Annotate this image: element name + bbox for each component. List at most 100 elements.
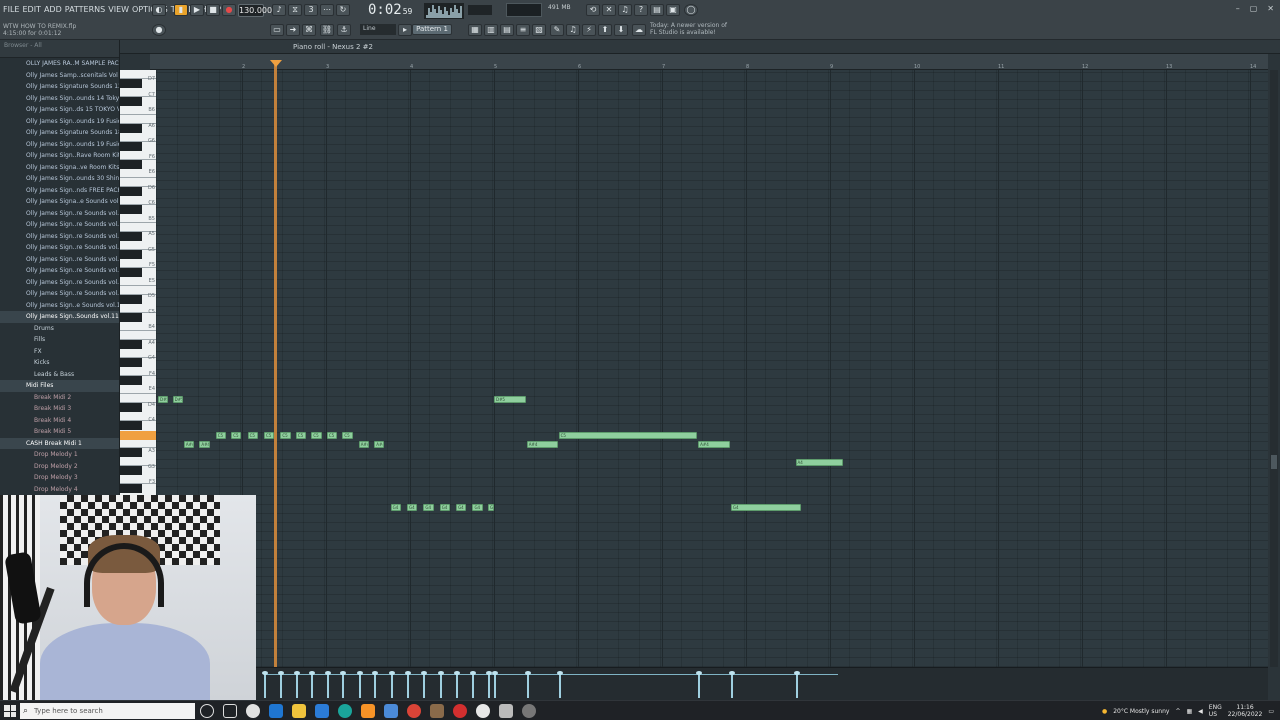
browser-item[interactable]: Olly James Sign..ounds 14 Tokyo bbox=[0, 93, 119, 105]
browser-folder[interactable]: FX bbox=[0, 346, 119, 358]
black-key[interactable] bbox=[120, 205, 142, 214]
export-icon[interactable]: ⬇ bbox=[614, 24, 628, 36]
mixer-icon[interactable]: ✕ bbox=[602, 4, 616, 16]
browser-file[interactable]: Drop Melody 3 bbox=[0, 472, 119, 484]
browser-icon[interactable]: ▤ bbox=[500, 24, 514, 36]
note[interactable]: G4 bbox=[472, 504, 483, 511]
browser-item[interactable]: Olly James Sign..nds FREE PACK 1 bbox=[0, 185, 119, 197]
browser-item[interactable]: Olly James Sign..re Sounds vol.2 bbox=[0, 219, 119, 231]
piano-roll-title[interactable]: Piano roll - Nexus 2 #2 bbox=[293, 43, 373, 51]
white-key[interactable] bbox=[120, 439, 156, 448]
countdown-icon[interactable]: 3 bbox=[304, 4, 318, 16]
arrow-icon[interactable]: ▸ bbox=[398, 24, 412, 36]
word-icon[interactable] bbox=[315, 704, 329, 718]
weather-text[interactable]: 20°C Mostly sunny bbox=[1113, 708, 1169, 715]
scroll-thumb[interactable] bbox=[1271, 455, 1277, 469]
black-key[interactable] bbox=[120, 124, 142, 133]
chat-icon[interactable]: ◯ bbox=[684, 4, 698, 16]
vertical-scrollbar[interactable] bbox=[1270, 70, 1278, 667]
browser-file[interactable]: Break Midi 4 bbox=[0, 415, 119, 427]
black-key[interactable] bbox=[120, 250, 142, 259]
help-icon[interactable]: ? bbox=[634, 4, 648, 16]
velocity-stem[interactable] bbox=[524, 671, 531, 698]
taskbar-search[interactable]: Type here to search bbox=[20, 703, 195, 719]
active-key[interactable] bbox=[120, 431, 156, 440]
note[interactable]: C5 bbox=[263, 432, 275, 439]
note[interactable]: A#4 bbox=[698, 441, 730, 448]
pattern-selector[interactable]: Pattern 1 bbox=[412, 24, 452, 35]
browser-icon-edge[interactable] bbox=[338, 704, 352, 718]
black-key[interactable] bbox=[120, 376, 142, 385]
note[interactable]: D#5 bbox=[158, 396, 169, 403]
velocity-stem[interactable] bbox=[278, 671, 285, 698]
browser-item[interactable]: OLLY JAMES RA..M SAMPLE PACK bbox=[0, 58, 119, 70]
browser-item[interactable]: Olly James Sign..ds 15 TOKYO VIP bbox=[0, 104, 119, 116]
black-key[interactable] bbox=[120, 79, 142, 88]
browser-item[interactable]: Olly James Sign..Rave Room Kits bbox=[0, 150, 119, 162]
browser-item[interactable]: Olly James Signa..ve Room Kits II bbox=[0, 162, 119, 174]
note[interactable]: C5 bbox=[295, 432, 307, 439]
playhead-marker[interactable] bbox=[270, 60, 282, 67]
loop-record-icon[interactable]: ↻ bbox=[336, 4, 350, 16]
black-key[interactable] bbox=[120, 358, 142, 367]
note[interactable]: G4 bbox=[730, 504, 801, 511]
browser-file[interactable]: Break Midi 3 bbox=[0, 403, 119, 415]
tempo-display[interactable]: 130.000 bbox=[238, 4, 272, 17]
fl-studio-icon[interactable] bbox=[361, 704, 375, 718]
view-icon[interactable]: ▭ bbox=[270, 24, 284, 36]
browser-item[interactable]: Olly James Sign..re Sounds vol.9 bbox=[0, 288, 119, 300]
velocity-stem[interactable] bbox=[728, 671, 735, 698]
touch-icon[interactable]: ✎ bbox=[550, 24, 564, 36]
menu-edit[interactable]: EDIT bbox=[22, 5, 40, 14]
mic-icon[interactable]: ♫ bbox=[618, 4, 632, 16]
note[interactable]: C5 bbox=[311, 432, 322, 439]
menu-add[interactable]: ADD bbox=[44, 5, 62, 14]
browser-header[interactable]: Browser - All bbox=[0, 40, 119, 58]
velocity-stem[interactable] bbox=[261, 671, 268, 698]
app-icon[interactable] bbox=[430, 704, 444, 718]
windows-start-icon[interactable] bbox=[4, 705, 16, 717]
notifications-icon[interactable]: ▭ bbox=[1268, 708, 1274, 715]
note[interactable]: C5 bbox=[215, 432, 226, 439]
velocity-stem[interactable] bbox=[356, 671, 363, 698]
browser-file[interactable]: Drop Melody 1 bbox=[0, 449, 119, 461]
velocity-stem[interactable] bbox=[388, 671, 395, 698]
velocity-stem[interactable] bbox=[309, 671, 316, 698]
browser-folder[interactable]: Fills bbox=[0, 334, 119, 346]
note[interactable]: G4 bbox=[390, 504, 401, 511]
metronome-icon[interactable]: ♪ bbox=[272, 4, 286, 16]
browser-file[interactable]: Break Midi 5 bbox=[0, 426, 119, 438]
black-key[interactable] bbox=[120, 268, 142, 277]
channel-rack-icon[interactable]: ▦ bbox=[468, 24, 482, 36]
undo-icon[interactable]: ♫ bbox=[566, 24, 580, 36]
network-icon[interactable]: ▦ bbox=[1187, 708, 1193, 715]
gear-icon[interactable] bbox=[499, 704, 513, 718]
black-key[interactable] bbox=[120, 187, 142, 196]
cloud-icon[interactable]: ☁ bbox=[632, 24, 646, 36]
menu-file[interactable]: FILE bbox=[3, 5, 19, 14]
note[interactable]: A#4 bbox=[374, 441, 385, 448]
wait-input-icon[interactable]: ⧖ bbox=[288, 4, 302, 16]
file-explorer-icon[interactable] bbox=[292, 704, 306, 718]
black-key[interactable] bbox=[120, 340, 142, 349]
note[interactable]: C5 bbox=[247, 432, 258, 439]
media-icon[interactable] bbox=[384, 704, 398, 718]
news-ticker[interactable]: Today: A newer version of FL Studio is a… bbox=[650, 22, 730, 36]
render-icon[interactable]: ⬆ bbox=[598, 24, 612, 36]
black-key[interactable] bbox=[120, 232, 142, 241]
browser-item[interactable]: Olly James Sign..re Sounds vol.4 bbox=[0, 242, 119, 254]
velocity-stem[interactable] bbox=[454, 671, 461, 698]
velocity-stem[interactable] bbox=[324, 671, 331, 698]
velocity-stem[interactable] bbox=[437, 671, 444, 698]
note-grid[interactable]: D#5 D#5 A#4 A#4 C5 C5 C5 C5 C5 C5 C5 C5 C5 A#4 A#4 G4 G4… bbox=[156, 70, 1268, 667]
note[interactable]: G4 bbox=[406, 504, 418, 511]
black-key[interactable] bbox=[120, 421, 142, 430]
menu-view[interactable]: VIEW bbox=[108, 5, 129, 14]
browser-item[interactable]: Olly James Sign..re Sounds vol.1 bbox=[0, 208, 119, 220]
browser-item[interactable]: Olly James Signa..e Sounds vol. 8 bbox=[0, 196, 119, 208]
note[interactable]: D#5 bbox=[494, 396, 526, 403]
velocity-stem[interactable] bbox=[293, 671, 300, 698]
cortana-icon[interactable] bbox=[200, 704, 214, 718]
forward-icon[interactable]: ➜ bbox=[286, 24, 300, 36]
browser-item[interactable]: Olly James Sign..ounds 19 Fusion bbox=[0, 139, 119, 151]
